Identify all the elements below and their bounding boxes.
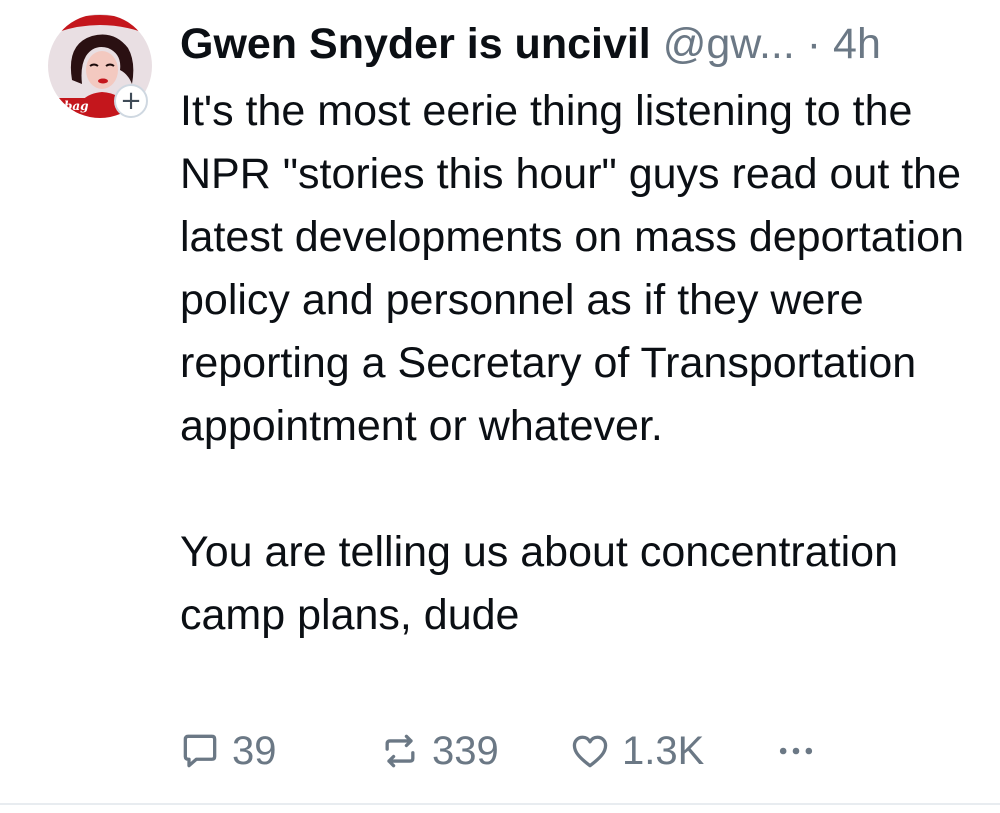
repost-count: 339 [432,728,499,773]
post-actions: 39 339 1.3K [178,725,978,777]
speech-bubble-icon [183,734,217,768]
divider [0,803,1000,805]
like-button[interactable]: 1.3K [568,725,704,777]
post-paragraph: You are telling us about concentration c… [180,528,898,639]
paragraph-spacer [180,458,980,521]
like-count: 1.3K [622,728,705,773]
more-options-button[interactable] [774,725,818,777]
author-handle[interactable]: @gw... [663,20,795,68]
post[interactable]: a bag + Gwen Snyder is uncivil @gw... · … [0,0,1000,805]
repost-arrows-icon [385,734,415,768]
post-timestamp[interactable]: 4h [833,20,881,68]
post-header: Gwen Snyder is uncivil @gw... · 4h [180,18,881,70]
plus-icon: + [120,86,142,116]
author-name[interactable]: Gwen Snyder is uncivil [180,20,651,68]
separator: · [806,20,822,68]
avatar-container: a bag + [48,14,158,124]
post-paragraph: It's the most eerie thing listening to t… [180,87,965,450]
reply-count: 39 [232,728,277,773]
ellipsis-icon [779,747,813,755]
post-body: It's the most eerie thing listening to t… [180,80,980,647]
follow-button[interactable]: + [114,84,148,118]
reply-button[interactable]: 39 [178,725,277,777]
heart-icon [572,735,608,768]
avatar-label: a bag [52,99,89,113]
repost-button[interactable]: 339 [378,725,499,777]
